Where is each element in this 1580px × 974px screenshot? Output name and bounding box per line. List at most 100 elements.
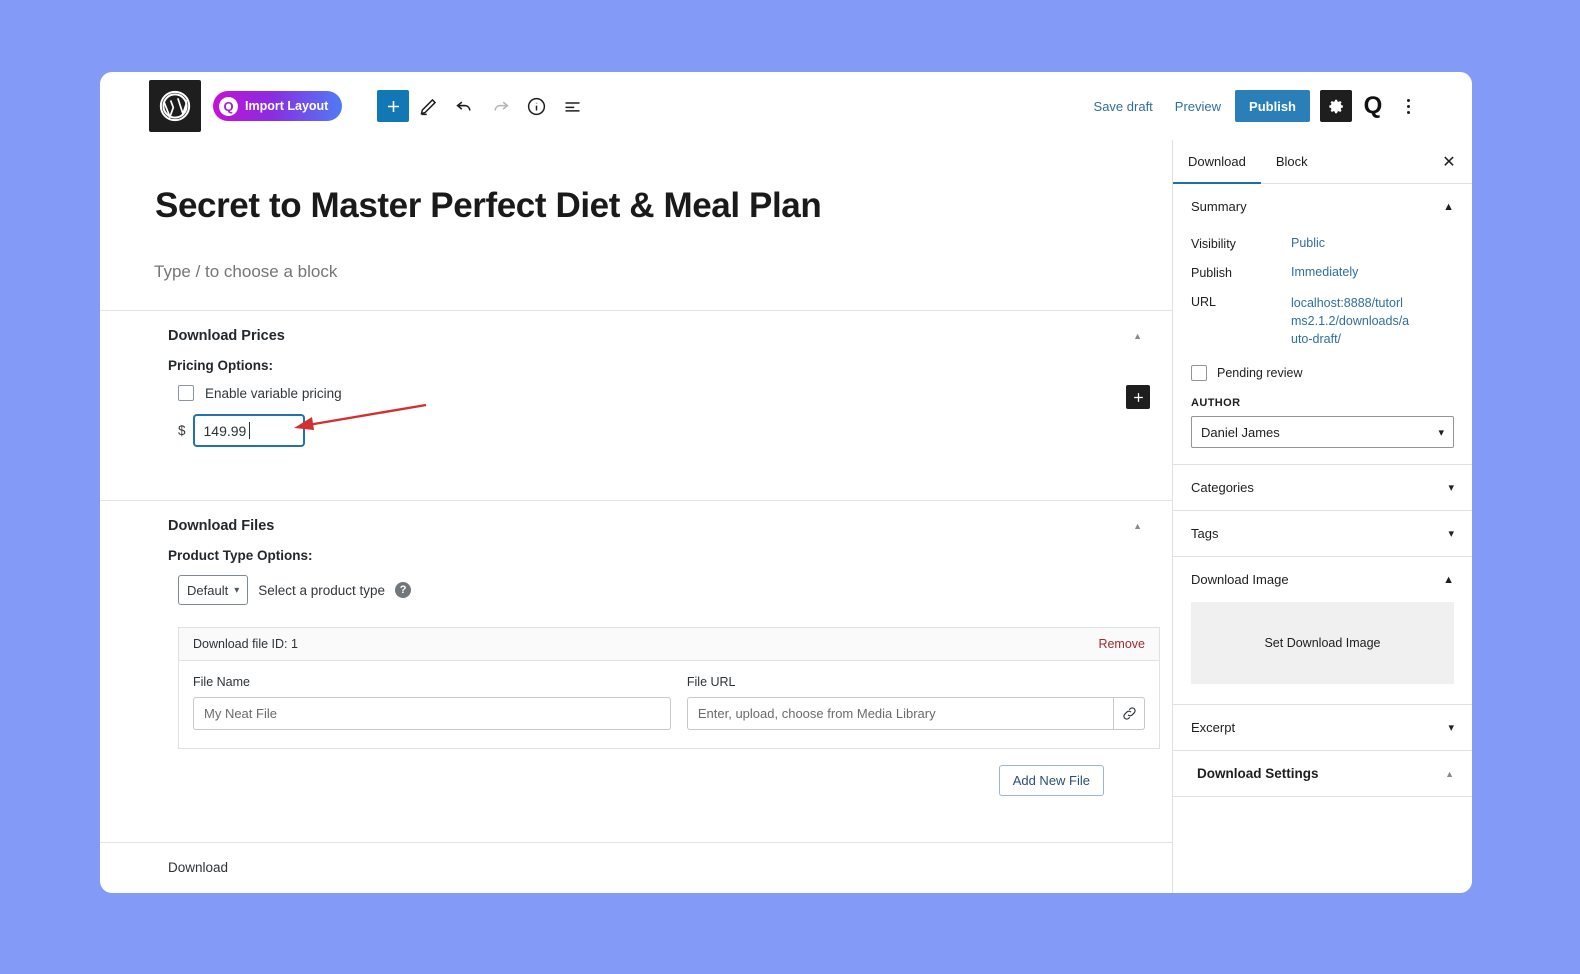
tools-pencil-icon[interactable] <box>411 89 445 123</box>
currency-symbol: $ <box>178 423 186 438</box>
chevron-up-icon: ▲ <box>1443 200 1454 213</box>
text-caret <box>248 422 250 439</box>
close-icon[interactable]: ✕ <box>1432 145 1466 179</box>
remove-file-link[interactable]: Remove <box>1098 637 1145 651</box>
download-settings-panel-header[interactable]: Download Settings ▲ <box>1173 751 1472 796</box>
quix-q-button[interactable]: Q <box>1358 91 1388 121</box>
download-files-body: Product Type Options: Default ▾ Select a… <box>100 540 1172 822</box>
red-arrow-annotation <box>294 403 427 430</box>
triangle-up-icon[interactable]: ▲ <box>1133 521 1142 531</box>
file-name-input[interactable] <box>193 697 671 730</box>
import-layout-label: Import Layout <box>245 99 329 113</box>
editor-body: Secret to Master Perfect Diet & Meal Pla… <box>100 140 1472 893</box>
save-draft-button[interactable]: Save draft <box>1086 93 1161 120</box>
block-tools-group <box>377 89 589 123</box>
download-prices-header: Download Prices ▲ <box>100 311 1172 350</box>
undo-icon[interactable] <box>447 89 481 123</box>
excerpt-panel: Excerpt ▾ <box>1173 705 1472 752</box>
editor-window: Q Import Layout Save draft Preview Publi… <box>100 72 1472 893</box>
price-row: $ <box>178 403 1142 446</box>
summary-row-publish: Publish Immediately <box>1191 258 1454 287</box>
author-value: Daniel James <box>1201 424 1280 440</box>
add-block-button[interactable] <box>377 90 410 122</box>
excerpt-title: Excerpt <box>1191 720 1236 736</box>
categories-panel-header[interactable]: Categories ▾ <box>1173 465 1472 510</box>
pricing-options-label: Pricing Options: <box>168 358 274 373</box>
settings-sidebar: Download Block ✕ Summary ▲ Visibility Pu… <box>1172 140 1472 893</box>
sidebar-tabs: Download Block ✕ <box>1173 140 1472 184</box>
summary-panel: Summary ▲ Visibility Public Publish Imme… <box>1173 184 1472 466</box>
triangle-up-icon[interactable]: ▲ <box>1133 331 1142 341</box>
download-file-card: Download file ID: 1 Remove File Name Fil… <box>178 627 1160 749</box>
pending-review-checkbox[interactable] <box>1191 365 1207 382</box>
download-file-card-header: Download file ID: 1 Remove <box>179 628 1159 661</box>
summary-panel-body: Visibility Public Publish Immediately UR… <box>1173 229 1472 464</box>
pending-review-label: Pending review <box>1217 366 1303 381</box>
list-view-icon[interactable] <box>555 89 589 123</box>
visibility-value[interactable]: Public <box>1291 236 1325 250</box>
chevron-down-icon: ▾ <box>1448 722 1454 735</box>
file-name-field-group: File Name <box>193 675 671 730</box>
file-url-label: File URL <box>686 675 736 689</box>
question-mark-icon[interactable]: ? <box>395 582 412 598</box>
download-files-header: Download Files ▲ <box>100 501 1172 540</box>
file-name-label: File Name <box>193 675 250 689</box>
tab-block[interactable]: Block <box>1261 140 1323 184</box>
chain-link-icon[interactable] <box>1113 697 1145 730</box>
visibility-label: Visibility <box>1191 237 1236 251</box>
block-placeholder-text[interactable]: Type / to choose a block <box>154 262 1172 282</box>
set-download-image-button[interactable]: Set Download Image <box>1191 602 1454 685</box>
product-type-options-label: Product Type Options: <box>168 548 313 563</box>
preview-button[interactable]: Preview <box>1167 93 1229 120</box>
summary-title: Summary <box>1191 199 1247 214</box>
enable-variable-pricing-checkbox[interactable] <box>178 385 194 401</box>
screenshot-root: Q Import Layout Save draft Preview Publi… <box>0 0 1580 974</box>
chevron-up-icon: ▲ <box>1443 573 1454 586</box>
add-new-file-row: Add New File <box>168 749 1142 796</box>
author-select[interactable]: Daniel James ▾ <box>1191 416 1454 449</box>
product-type-select[interactable]: Default ▾ <box>178 575 249 605</box>
product-type-row: Default ▾ Select a product type ? <box>178 575 1142 605</box>
add-new-file-button[interactable]: Add New File <box>998 765 1104 796</box>
bottom-meta-label: Download <box>168 860 229 875</box>
wordpress-logo-icon[interactable] <box>149 80 201 132</box>
categories-panel: Categories ▾ <box>1173 465 1472 512</box>
tags-panel: Tags ▾ <box>1173 511 1472 558</box>
file-url-input[interactable] <box>686 697 1114 730</box>
editor-toolbar: Q Import Layout Save draft Preview Publi… <box>100 72 1472 140</box>
download-files-metabox: Download Files ▲ Product Type Options: D… <box>100 500 1172 822</box>
page-title[interactable]: Secret to Master Perfect Diet & Meal Pla… <box>155 186 1055 226</box>
publish-value[interactable]: Immediately <box>1291 265 1358 279</box>
triangle-up-icon: ▲ <box>1445 768 1454 779</box>
download-image-panel-header[interactable]: Download Image ▲ <box>1173 557 1472 602</box>
download-image-panel: Download Image ▲ Set Download Image <box>1173 557 1472 706</box>
download-settings-title: Download Settings <box>1197 766 1319 782</box>
author-label: AUTHOR <box>1191 397 1241 410</box>
info-icon[interactable] <box>519 89 553 123</box>
chevron-down-icon: ▾ <box>1438 426 1444 439</box>
tags-panel-header[interactable]: Tags ▾ <box>1173 511 1472 556</box>
publish-button[interactable]: Publish <box>1235 90 1310 122</box>
bottom-meta-area: Download <box>100 842 1172 877</box>
gear-icon[interactable] <box>1320 90 1352 122</box>
chevron-down-icon: ▾ <box>1448 482 1454 495</box>
product-type-helper: Select a product type <box>258 582 386 598</box>
download-files-title: Download Files <box>168 518 275 534</box>
download-prices-body: Pricing Options: Enable variable pricing… <box>100 350 1172 472</box>
download-settings-panel: Download Settings ▲ <box>1173 751 1472 798</box>
import-layout-button[interactable]: Q Import Layout <box>213 91 343 121</box>
pending-review-row[interactable]: Pending review <box>1191 355 1454 385</box>
enable-variable-pricing-label: Enable variable pricing <box>205 385 342 401</box>
chevron-down-icon: ▾ <box>234 584 240 596</box>
summary-panel-header[interactable]: Summary ▲ <box>1173 184 1472 229</box>
url-label: URL <box>1191 295 1217 309</box>
download-image-title: Download Image <box>1191 572 1289 588</box>
product-type-value: Default <box>187 582 229 598</box>
enable-variable-pricing-row[interactable]: Enable variable pricing <box>178 385 1142 401</box>
quix-q-icon: Q <box>219 96 238 116</box>
kebab-menu-icon[interactable] <box>1394 91 1422 121</box>
summary-row-visibility: Visibility Public <box>1191 229 1454 258</box>
excerpt-panel-header[interactable]: Excerpt ▾ <box>1173 705 1472 750</box>
tab-download[interactable]: Download <box>1173 140 1261 184</box>
url-value[interactable]: localhost:8888/tutorlms2.1.2/downloads/a… <box>1291 294 1411 348</box>
